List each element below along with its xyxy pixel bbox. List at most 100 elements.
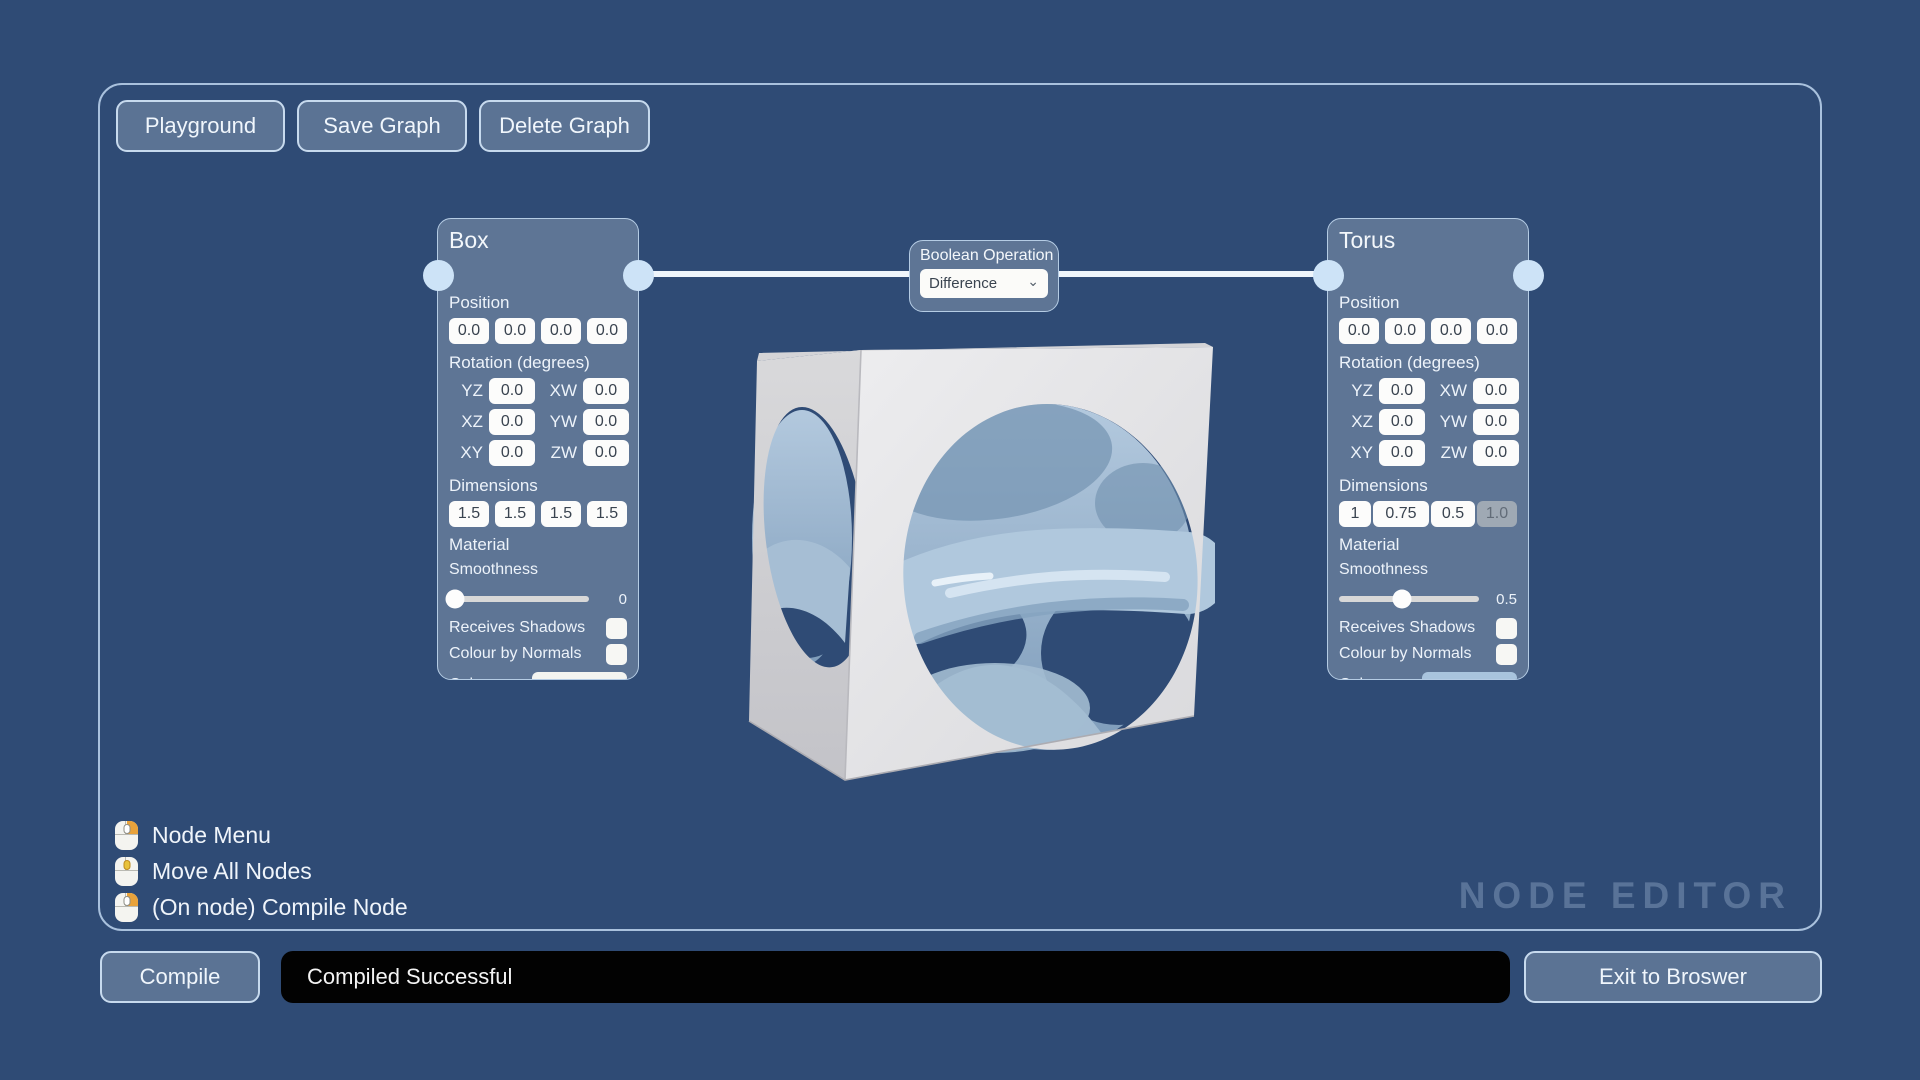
boolean-operation-select[interactable]: Difference ⌄ bbox=[920, 269, 1048, 298]
box-output-connector[interactable] bbox=[623, 260, 654, 291]
dimension-2-input[interactable] bbox=[1373, 501, 1429, 527]
rotation-inputs: YZ XW XZ YW XY ZW bbox=[449, 378, 629, 466]
dimension-1-input[interactable] bbox=[449, 501, 489, 527]
position-x-input[interactable] bbox=[449, 318, 489, 344]
rotation-zw-input[interactable] bbox=[583, 440, 629, 466]
colour-swatch[interactable] bbox=[532, 671, 627, 679]
toolbar: Playground Save Graph Delete Graph bbox=[116, 100, 650, 152]
rotation-inputs: YZ XW XZ YW XY ZW bbox=[1339, 378, 1519, 466]
torus-input-connector[interactable] bbox=[1313, 260, 1344, 291]
rotation-yw-input[interactable] bbox=[1473, 409, 1519, 435]
rotation-xz-label: XZ bbox=[461, 412, 483, 431]
app-watermark: NODE EDITOR bbox=[1458, 875, 1792, 916]
rotation-yz-input[interactable] bbox=[1379, 378, 1425, 404]
mouse-right-click-icon bbox=[115, 893, 138, 922]
hint-node-menu: Node Menu bbox=[115, 821, 408, 850]
dimension-3-input[interactable] bbox=[1431, 501, 1475, 527]
smoothness-slider[interactable] bbox=[445, 589, 589, 609]
colour-swatch[interactable] bbox=[1422, 671, 1517, 679]
dimensions-inputs bbox=[449, 501, 627, 527]
rotation-xz-input[interactable] bbox=[1379, 409, 1425, 435]
position-z-input[interactable] bbox=[541, 318, 581, 344]
torus-output-connector[interactable] bbox=[1513, 260, 1544, 291]
rotation-xy-input[interactable] bbox=[1379, 440, 1425, 466]
node-title: Boolean Operation bbox=[920, 247, 1054, 264]
smoothness-label: Smoothness bbox=[449, 561, 538, 578]
rotation-yw-label: YW bbox=[549, 412, 577, 431]
smoothness-slider[interactable] bbox=[1339, 589, 1479, 609]
rotation-yz-label: YZ bbox=[1351, 381, 1373, 400]
rotation-label: Rotation (degrees) bbox=[1339, 353, 1480, 372]
rotation-zw-input[interactable] bbox=[1473, 440, 1519, 466]
rotation-xw-label: XW bbox=[549, 381, 577, 400]
dimension-2-input[interactable] bbox=[495, 501, 535, 527]
dimension-3-input[interactable] bbox=[541, 501, 581, 527]
viewport-3d[interactable] bbox=[745, 343, 1228, 783]
colour-row: Colour bbox=[449, 671, 627, 679]
smoothness-slider-row: 0 bbox=[445, 589, 627, 609]
receives-shadows-checkbox[interactable] bbox=[606, 617, 627, 639]
position-y-input[interactable] bbox=[1385, 318, 1425, 344]
colour-by-normals-row: Colour by Normals bbox=[449, 643, 627, 665]
material-label: Material bbox=[449, 535, 510, 554]
playground-button[interactable]: Playground bbox=[116, 100, 285, 152]
rotation-label: Rotation (degrees) bbox=[449, 353, 590, 372]
rotation-yz-input[interactable] bbox=[489, 378, 535, 404]
position-label: Position bbox=[1339, 293, 1400, 312]
save-graph-button[interactable]: Save Graph bbox=[297, 100, 467, 152]
rotation-zw-label: ZW bbox=[550, 443, 577, 462]
node-title: Torus bbox=[1339, 227, 1396, 253]
material-label: Material bbox=[1339, 535, 1400, 554]
hint-label: Node Menu bbox=[152, 822, 271, 848]
receives-shadows-row: Receives Shadows bbox=[449, 617, 627, 639]
rotation-yw-input[interactable] bbox=[583, 409, 629, 435]
position-y-input[interactable] bbox=[495, 318, 535, 344]
delete-graph-button[interactable]: Delete Graph bbox=[479, 100, 650, 152]
smoothness-value: 0.5 bbox=[1496, 590, 1517, 608]
colour-by-normals-row: Colour by Normals bbox=[1339, 643, 1517, 665]
receives-shadows-checkbox[interactable] bbox=[1496, 617, 1517, 639]
compile-status-bar: Compiled Successful bbox=[281, 951, 1510, 1003]
compile-button[interactable]: Compile bbox=[100, 951, 260, 1003]
colour-row: Colour bbox=[1339, 671, 1517, 679]
dimensions-inputs bbox=[1339, 501, 1517, 527]
hint-compile-node: (On node) Compile Node bbox=[115, 893, 408, 922]
dimension-1-input[interactable] bbox=[1339, 501, 1371, 527]
colour-by-normals-label: Colour by Normals bbox=[1339, 645, 1472, 662]
rotation-xw-input[interactable] bbox=[1473, 378, 1519, 404]
box-input-connector[interactable] bbox=[423, 260, 454, 291]
receives-shadows-row: Receives Shadows bbox=[1339, 617, 1517, 639]
rotation-xz-label: XZ bbox=[1351, 412, 1373, 431]
position-x-input[interactable] bbox=[1339, 318, 1379, 344]
position-w-input[interactable] bbox=[1477, 318, 1517, 344]
exit-to-browser-button[interactable]: Exit to Broswer bbox=[1524, 951, 1822, 1003]
smoothness-label: Smoothness bbox=[1339, 561, 1428, 578]
rotation-xy-input[interactable] bbox=[489, 440, 535, 466]
smoothness-value: 0 bbox=[618, 590, 627, 608]
node-editor-app: { "toolbar": { "buttons": [ { "label": "… bbox=[0, 0, 1920, 1080]
rotation-yz-label: YZ bbox=[461, 381, 483, 400]
rotation-xy-label: XY bbox=[460, 443, 483, 462]
mouse-middle-click-icon bbox=[115, 857, 138, 886]
position-inputs bbox=[1339, 318, 1517, 344]
rotation-zw-label: ZW bbox=[1440, 443, 1467, 462]
dimension-4-input bbox=[1477, 501, 1517, 527]
hint-label: (On node) Compile Node bbox=[152, 894, 408, 920]
rotation-xw-input[interactable] bbox=[583, 378, 629, 404]
rotation-xz-input[interactable] bbox=[489, 409, 535, 435]
position-w-input[interactable] bbox=[587, 318, 627, 344]
colour-by-normals-label: Colour by Normals bbox=[449, 645, 582, 662]
node-torus[interactable]: Torus Position Rotation (degrees) YZ XW … bbox=[1327, 218, 1529, 680]
colour-by-normals-checkbox[interactable] bbox=[1496, 643, 1517, 665]
receives-shadows-label: Receives Shadows bbox=[449, 619, 586, 636]
dimension-4-input[interactable] bbox=[587, 501, 627, 527]
position-z-input[interactable] bbox=[1431, 318, 1471, 344]
node-boolean-operation[interactable]: Boolean Operation Difference ⌄ bbox=[909, 240, 1059, 312]
slider-thumb[interactable] bbox=[445, 589, 465, 609]
position-label: Position bbox=[449, 293, 510, 312]
dimensions-label: Dimensions bbox=[449, 476, 538, 495]
slider-thumb[interactable] bbox=[1392, 589, 1412, 609]
rotation-xw-label: XW bbox=[1439, 381, 1467, 400]
node-box[interactable]: Box Position Rotation (degrees) YZ XW XZ… bbox=[437, 218, 639, 680]
colour-by-normals-checkbox[interactable] bbox=[606, 643, 627, 665]
